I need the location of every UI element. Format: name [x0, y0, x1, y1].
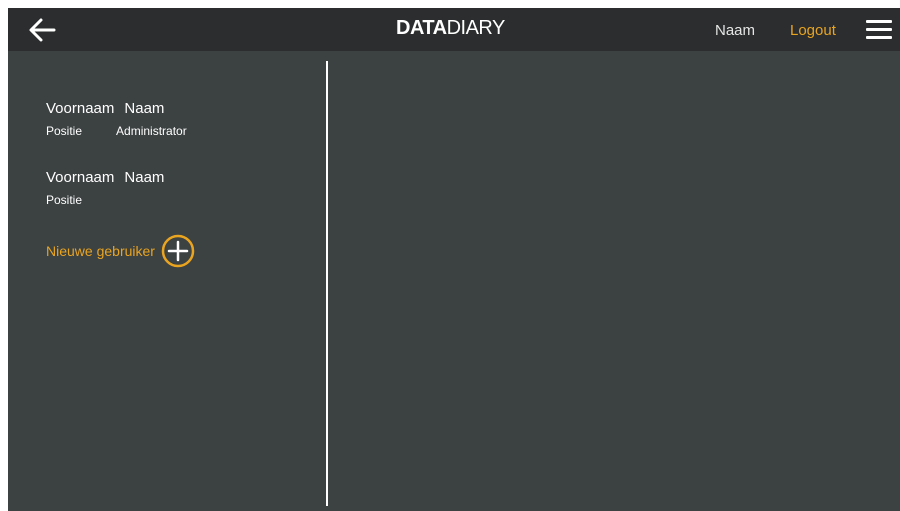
add-user-label: Nieuwe gebruiker [46, 243, 155, 259]
logout-link[interactable]: Logout [790, 22, 836, 40]
user-position: Positie [46, 124, 83, 138]
logo-bold-text: DATA [396, 17, 447, 39]
top-bar: DATADIARY Naam Logout [8, 8, 900, 51]
hamburger-menu-icon [866, 20, 892, 39]
user-position: Positie [46, 193, 83, 207]
plus-circle-icon[interactable] [161, 234, 195, 268]
user-last-name: Naam [124, 169, 165, 186]
add-user-button[interactable]: Nieuwe gebruiker [46, 233, 195, 269]
user-first-name: Voornaam [46, 169, 115, 186]
user-role: Administrator [116, 124, 187, 138]
panel-divider [326, 61, 328, 506]
current-user-name[interactable]: Naam [715, 22, 755, 40]
logo-light-text: DIARY [446, 17, 506, 39]
user-last-name: Naam [124, 100, 165, 117]
user-list-item[interactable]: Voornaam Naam Positie [46, 169, 164, 207]
user-list-item[interactable]: Voornaam Naam Positie Administrator [46, 100, 187, 138]
arrow-left-icon [29, 18, 56, 42]
user-sidebar: Voornaam Naam Positie Administrator Voorna… [8, 51, 326, 511]
user-first-name: Voornaam [46, 100, 115, 117]
app-logo: DATADIARY [396, 16, 505, 40]
menu-button[interactable] [866, 20, 892, 40]
app-window: DATADIARY Naam Logout Voornaam Naam Posit… [8, 8, 900, 511]
main-content-area [330, 51, 900, 511]
back-button[interactable] [26, 16, 58, 44]
